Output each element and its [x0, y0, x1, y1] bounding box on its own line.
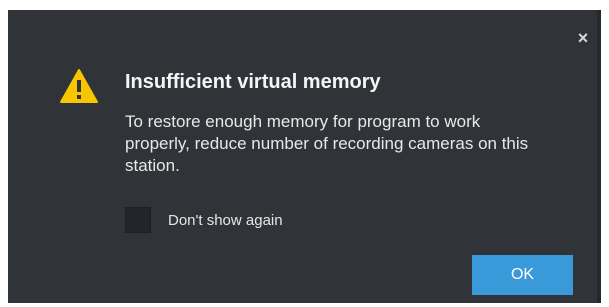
dont-show-again-checkbox[interactable]	[125, 207, 151, 233]
dialog-message: To restore enough memory for program to …	[125, 112, 529, 175]
scrollbar	[597, 10, 601, 303]
close-icon[interactable]: ×	[573, 28, 593, 48]
dialog-title: Insufficient virtual memory	[125, 71, 381, 93]
ok-button[interactable]: OK	[472, 255, 573, 295]
dont-show-again-option[interactable]: Don't show again	[125, 206, 283, 234]
warning-icon	[60, 69, 98, 103]
virtual-memory-dialog: × Insufficient virtual memory To restore…	[8, 10, 601, 303]
dont-show-again-label: Don't show again	[168, 211, 283, 229]
